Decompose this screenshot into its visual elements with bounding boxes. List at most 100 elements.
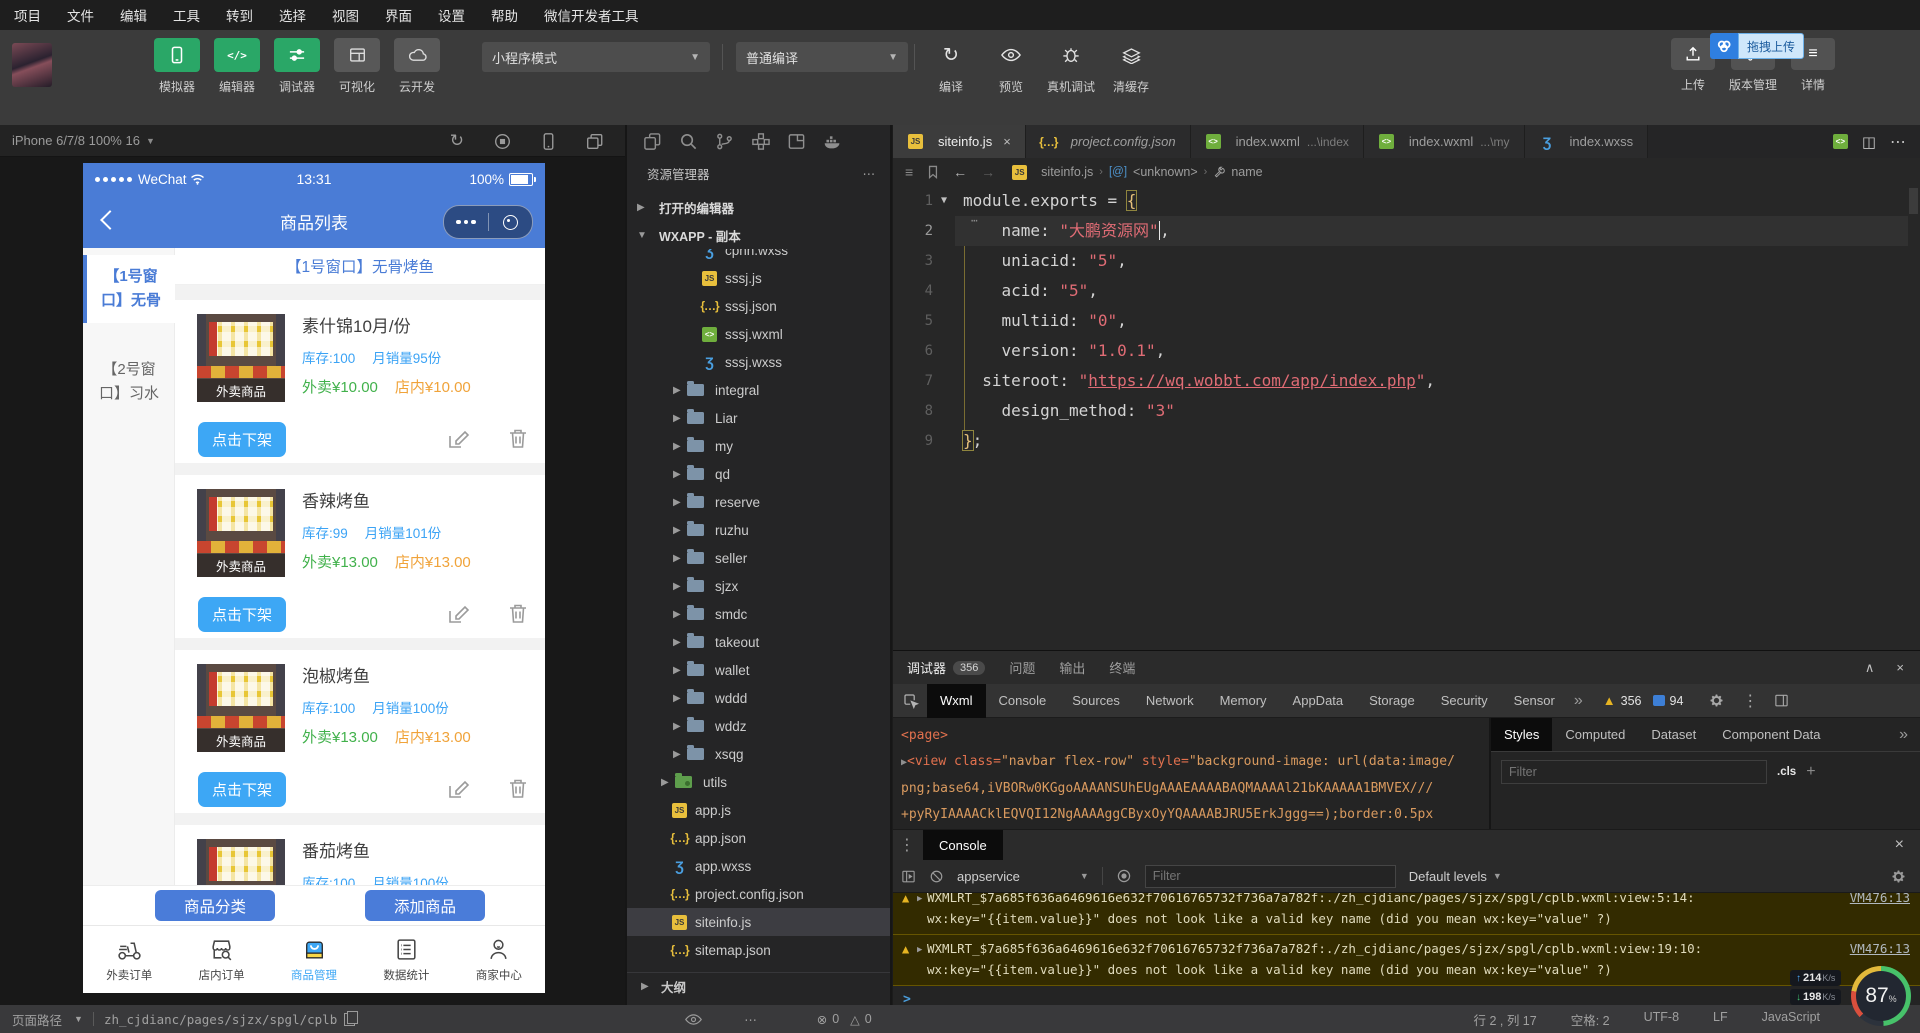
console-tab[interactable]: Console xyxy=(923,830,1003,861)
tree-folder-smdc[interactable]: ▶smdc xyxy=(627,600,890,628)
tree-folder-xsqg[interactable]: ▶xsqg xyxy=(627,740,890,768)
record-icon[interactable] xyxy=(494,133,511,150)
panel-tab-输出[interactable]: 输出 xyxy=(1059,658,1085,677)
tree-folder-integral[interactable]: ▶integral xyxy=(627,376,890,404)
nav-back-icon[interactable]: ← xyxy=(953,164,967,180)
tabbar-scooter[interactable]: 外卖订单 xyxy=(83,926,175,993)
extensions-icon[interactable] xyxy=(751,132,770,151)
more-options-icon[interactable]: ⋮ xyxy=(1742,691,1758,711)
breadcrumb-item[interactable]: <unknown> xyxy=(1133,165,1198,179)
styles-tab-styles[interactable]: Styles xyxy=(1491,718,1552,751)
panel-tab-调试器[interactable]: 调试器356 xyxy=(907,658,985,677)
simulator-button[interactable]: 模拟器 xyxy=(148,38,206,95)
panel-tab-问题[interactable]: 问题 xyxy=(1009,658,1035,677)
mode-select[interactable]: 小程序模式▼ xyxy=(482,42,710,72)
category-manage-button[interactable]: 商品分类 xyxy=(155,890,275,921)
performance-gauge[interactable]: 87% xyxy=(1851,966,1911,1026)
tree-folder-wddd[interactable]: ▶wddd xyxy=(627,684,890,712)
device-select[interactable]: iPhone 6/7/8 100% 16 xyxy=(12,133,140,148)
tabbar-person[interactable]: 商家中心 xyxy=(453,926,545,993)
take-off-shelf-button[interactable]: 点击下架 xyxy=(198,422,286,457)
files-icon[interactable] xyxy=(643,132,662,151)
section-open-editors[interactable]: ▶ 打开的编辑器 xyxy=(627,193,890,221)
menu-item-编辑[interactable]: 编辑 xyxy=(120,5,147,25)
live-expression-eye-icon[interactable] xyxy=(1116,868,1132,884)
close-console-icon[interactable]: × xyxy=(1895,836,1904,854)
devtools-tab-wxml[interactable]: Wxml xyxy=(927,684,986,718)
docker-icon[interactable] xyxy=(823,132,842,151)
devtools-tab-sensor[interactable]: Sensor xyxy=(1501,684,1568,718)
edit-product-icon[interactable] xyxy=(445,426,471,452)
tree-file-siteinfo.js[interactable]: JSsiteinfo.js xyxy=(627,908,890,936)
menu-item-转到[interactable]: 转到 xyxy=(226,5,253,25)
panel-tab-终端[interactable]: 终端 xyxy=(1109,658,1135,677)
edit-product-icon[interactable] xyxy=(445,776,471,802)
devtools-tab-memory[interactable]: Memory xyxy=(1207,684,1280,718)
status-segment-4[interactable]: JavaScript xyxy=(1762,1010,1820,1029)
exit-button[interactable] xyxy=(489,215,533,230)
delete-product-icon[interactable] xyxy=(505,601,531,627)
sidebar-category-2[interactable]: 【2号窗口】习水 xyxy=(83,348,175,416)
run-file-icon[interactable]: <> xyxy=(1833,134,1848,149)
console-warning[interactable]: ▲▶WXMLRT_$7a685f636a6469616e632f70616765… xyxy=(893,893,1920,935)
menu-item-界面[interactable]: 界面 xyxy=(385,5,412,25)
tree-folder-wallet[interactable]: ▶wallet xyxy=(627,656,890,684)
status-segment-0[interactable]: 行 2 , 列 17 xyxy=(1473,1010,1536,1029)
dock-side-icon[interactable] xyxy=(1774,693,1789,708)
expand-icon[interactable]: ▶ xyxy=(917,940,922,961)
settings-gear-icon[interactable] xyxy=(1709,693,1724,708)
status-segment-3[interactable]: LF xyxy=(1713,1010,1728,1029)
menu-item-视图[interactable]: 视图 xyxy=(332,5,359,25)
refresh-icon[interactable]: ↻ xyxy=(450,131,464,151)
user-avatar[interactable] xyxy=(12,43,52,87)
bug-button[interactable]: 真机调试 xyxy=(1042,38,1100,95)
code-editor-button[interactable]: </>编辑器 xyxy=(208,38,266,95)
problems-summary[interactable]: ⊗ 0 △ 0 xyxy=(817,1012,872,1027)
tree-folder-reserve[interactable]: ▶reserve xyxy=(627,488,890,516)
layers-button[interactable]: 清缓存 xyxy=(1102,38,1160,95)
split-editor-icon[interactable]: ◫ xyxy=(1862,133,1876,151)
expand-icon[interactable]: ▶ xyxy=(917,893,922,910)
devtools-tab-network[interactable]: Network xyxy=(1133,684,1207,718)
wxml-line[interactable]: +pyRyIAAAACklEQVQI12NgAAAAggCByxOyYQAAAA… xyxy=(901,802,1488,828)
tree-file-sssj.wxml[interactable]: <>sssj.wxml xyxy=(627,320,890,348)
menu-item-微信开发者工具[interactable]: 微信开发者工具 xyxy=(544,5,639,25)
preview-eye-button[interactable]: 预览 xyxy=(982,38,1040,95)
cloud-button[interactable]: 云开发 xyxy=(388,38,446,95)
editor-tab-index.wxml[interactable]: <>index.wxml...\index xyxy=(1191,125,1364,158)
status-segment-2[interactable]: UTF-8 xyxy=(1644,1010,1679,1029)
devtools-tab-console[interactable]: Console xyxy=(986,684,1060,718)
menu-item-帮助[interactable]: 帮助 xyxy=(491,5,518,25)
bookmark-icon[interactable] xyxy=(927,165,939,179)
editor-tab-project.config.json[interactable]: {…}project.config.json xyxy=(1026,125,1191,158)
tree-folder-utils[interactable]: ▶utils xyxy=(627,768,890,796)
tabbar-report[interactable]: 数据统计 xyxy=(360,926,452,993)
take-off-shelf-button[interactable]: 点击下架 xyxy=(198,772,286,807)
menu-item-项目[interactable]: 项目 xyxy=(14,5,41,25)
breadcrumb-item[interactable]: siteinfo.js xyxy=(1041,165,1093,179)
console-prompt[interactable]: > xyxy=(893,986,1920,1005)
section-project-root[interactable]: ▼ WXAPP - 副本 xyxy=(627,221,890,249)
tree-file-app.js[interactable]: JSapp.js xyxy=(627,796,890,824)
menu-item-文件[interactable]: 文件 xyxy=(67,5,94,25)
visual-button[interactable]: 可视化 xyxy=(328,38,386,95)
devtools-tab-storage[interactable]: Storage xyxy=(1356,684,1428,718)
breadcrumb-item[interactable]: name xyxy=(1231,165,1262,179)
status-segment-1[interactable]: 空格: 2 xyxy=(1571,1010,1610,1029)
styles-tab-dataset[interactable]: Dataset xyxy=(1638,718,1709,751)
console-settings-icon[interactable] xyxy=(1891,869,1906,884)
tree-folder-sjzx[interactable]: ▶sjzx xyxy=(627,572,890,600)
more-icon[interactable]: ⋯ xyxy=(744,1012,757,1027)
tabbar-bag[interactable]: 商品管理 xyxy=(268,926,360,993)
edit-product-icon[interactable] xyxy=(445,601,471,627)
tabbar-storefront[interactable]: 店内订单 xyxy=(175,926,267,993)
window-icon[interactable] xyxy=(787,132,806,151)
styles-tab-component-data[interactable]: Component Data xyxy=(1709,718,1833,751)
tree-folder-ruzhu[interactable]: ▶ruzhu xyxy=(627,516,890,544)
add-product-button[interactable]: 添加商品 xyxy=(365,890,485,921)
copy-path-icon[interactable] xyxy=(344,1013,355,1026)
multi-window-icon[interactable] xyxy=(586,133,603,150)
collapse-panel-icon[interactable]: ∧ xyxy=(1865,660,1875,676)
devtools-tab-security[interactable]: Security xyxy=(1428,684,1501,718)
tree-folder-wddz[interactable]: ▶wddz xyxy=(627,712,890,740)
